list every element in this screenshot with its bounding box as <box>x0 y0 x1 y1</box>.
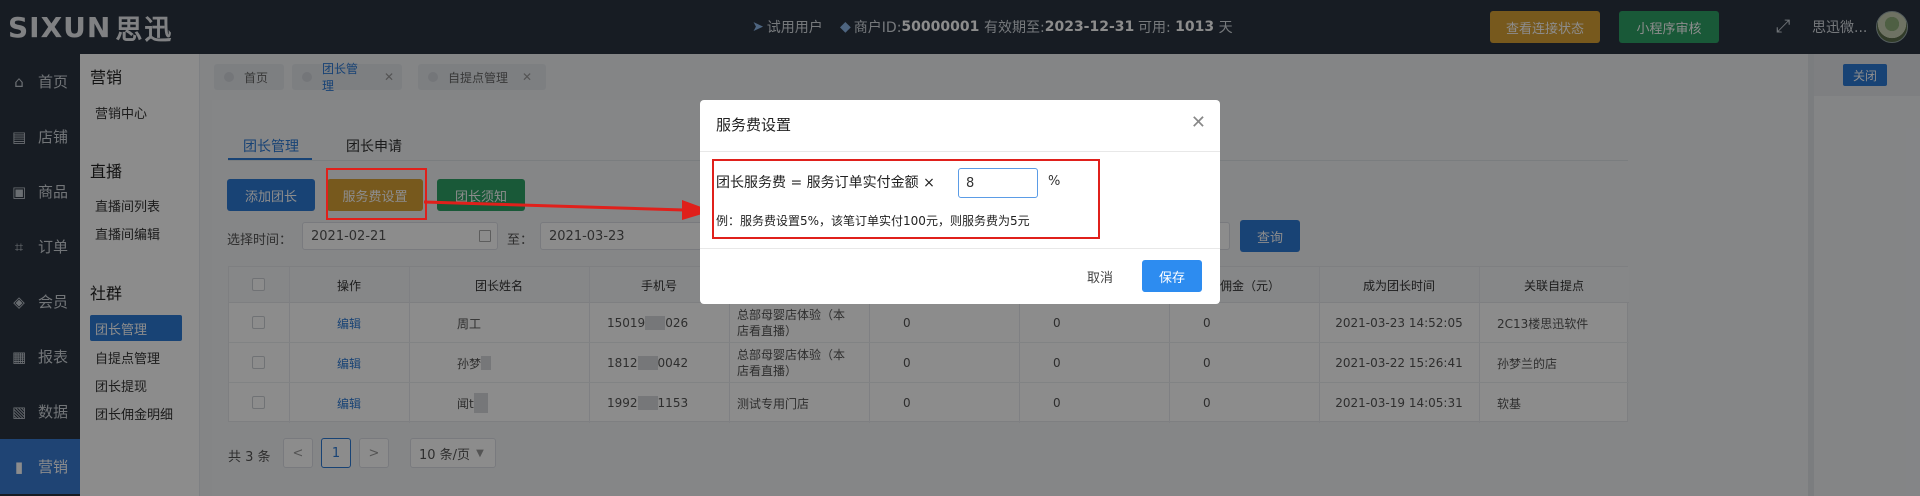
save-button[interactable]: 保存 <box>1142 260 1202 292</box>
close-icon[interactable]: ✕ <box>1191 112 1206 133</box>
cancel-button[interactable]: 取消 <box>1070 260 1130 292</box>
annotation-box-form <box>712 159 1100 239</box>
annotation-box-button <box>326 168 427 220</box>
annotation-arrow-icon <box>424 200 712 220</box>
divider <box>700 151 1220 152</box>
dialog-title: 服务费设置 <box>716 116 792 134</box>
divider <box>700 248 1220 249</box>
